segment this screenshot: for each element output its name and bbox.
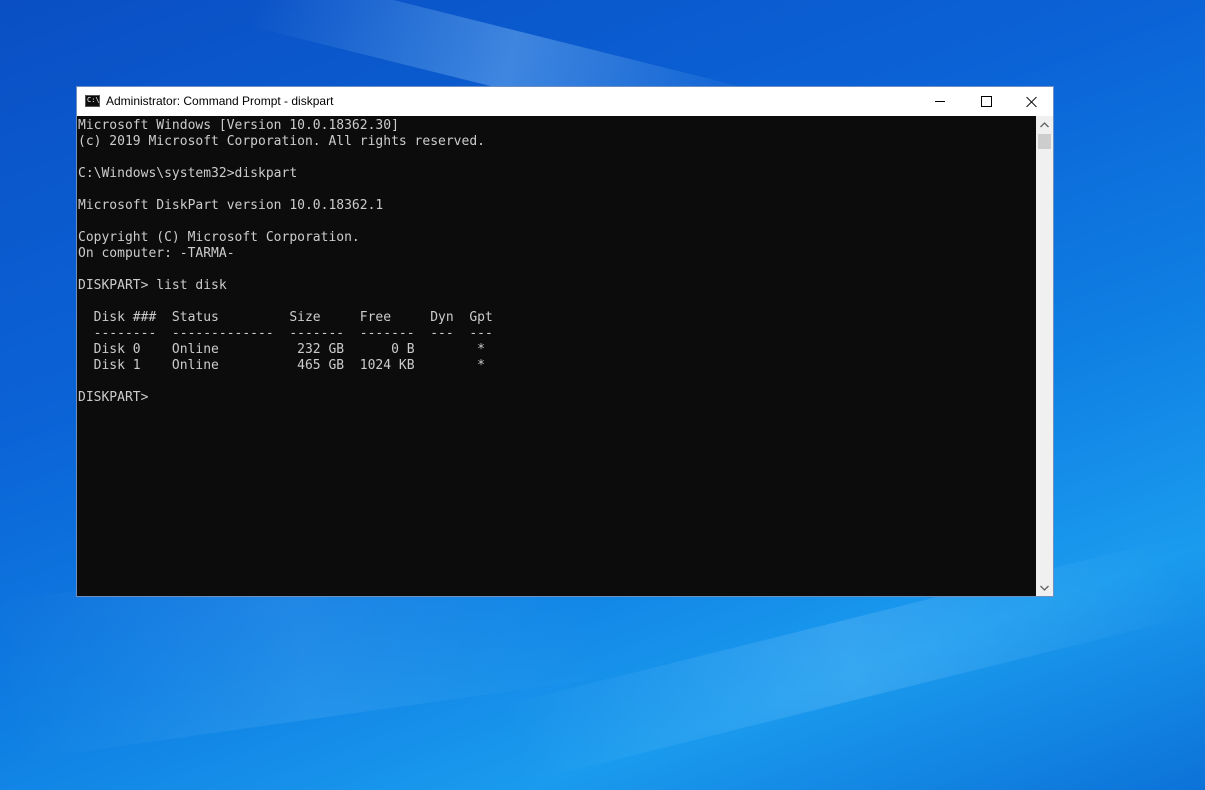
chevron-up-icon (1040, 121, 1049, 127)
scroll-up-button[interactable] (1036, 116, 1053, 133)
scrollbar-thumb[interactable] (1038, 134, 1051, 149)
command-prompt-window[interactable]: C:\ Administrator: Command Prompt - disk… (76, 86, 1054, 597)
console-text: Microsoft Windows [Version 10.0.18362.30… (78, 118, 493, 405)
close-icon (1026, 96, 1038, 108)
vertical-scrollbar[interactable] (1036, 116, 1053, 596)
command-prompt-icon[interactable]: C:\ (85, 95, 100, 107)
minimize-icon (935, 101, 945, 102)
maximize-button[interactable] (963, 87, 1009, 116)
scroll-down-button[interactable] (1036, 579, 1053, 596)
icon-label: C:\ (87, 96, 100, 104)
title-bar[interactable]: C:\ Administrator: Command Prompt - disk… (77, 87, 1053, 116)
close-button[interactable] (1009, 87, 1055, 116)
console-output[interactable]: Microsoft Windows [Version 10.0.18362.30… (77, 116, 1036, 596)
window-title: Administrator: Command Prompt - diskpart (106, 94, 334, 108)
maximize-icon (980, 96, 992, 107)
chevron-down-icon (1040, 585, 1049, 591)
minimize-button[interactable] (917, 87, 963, 116)
